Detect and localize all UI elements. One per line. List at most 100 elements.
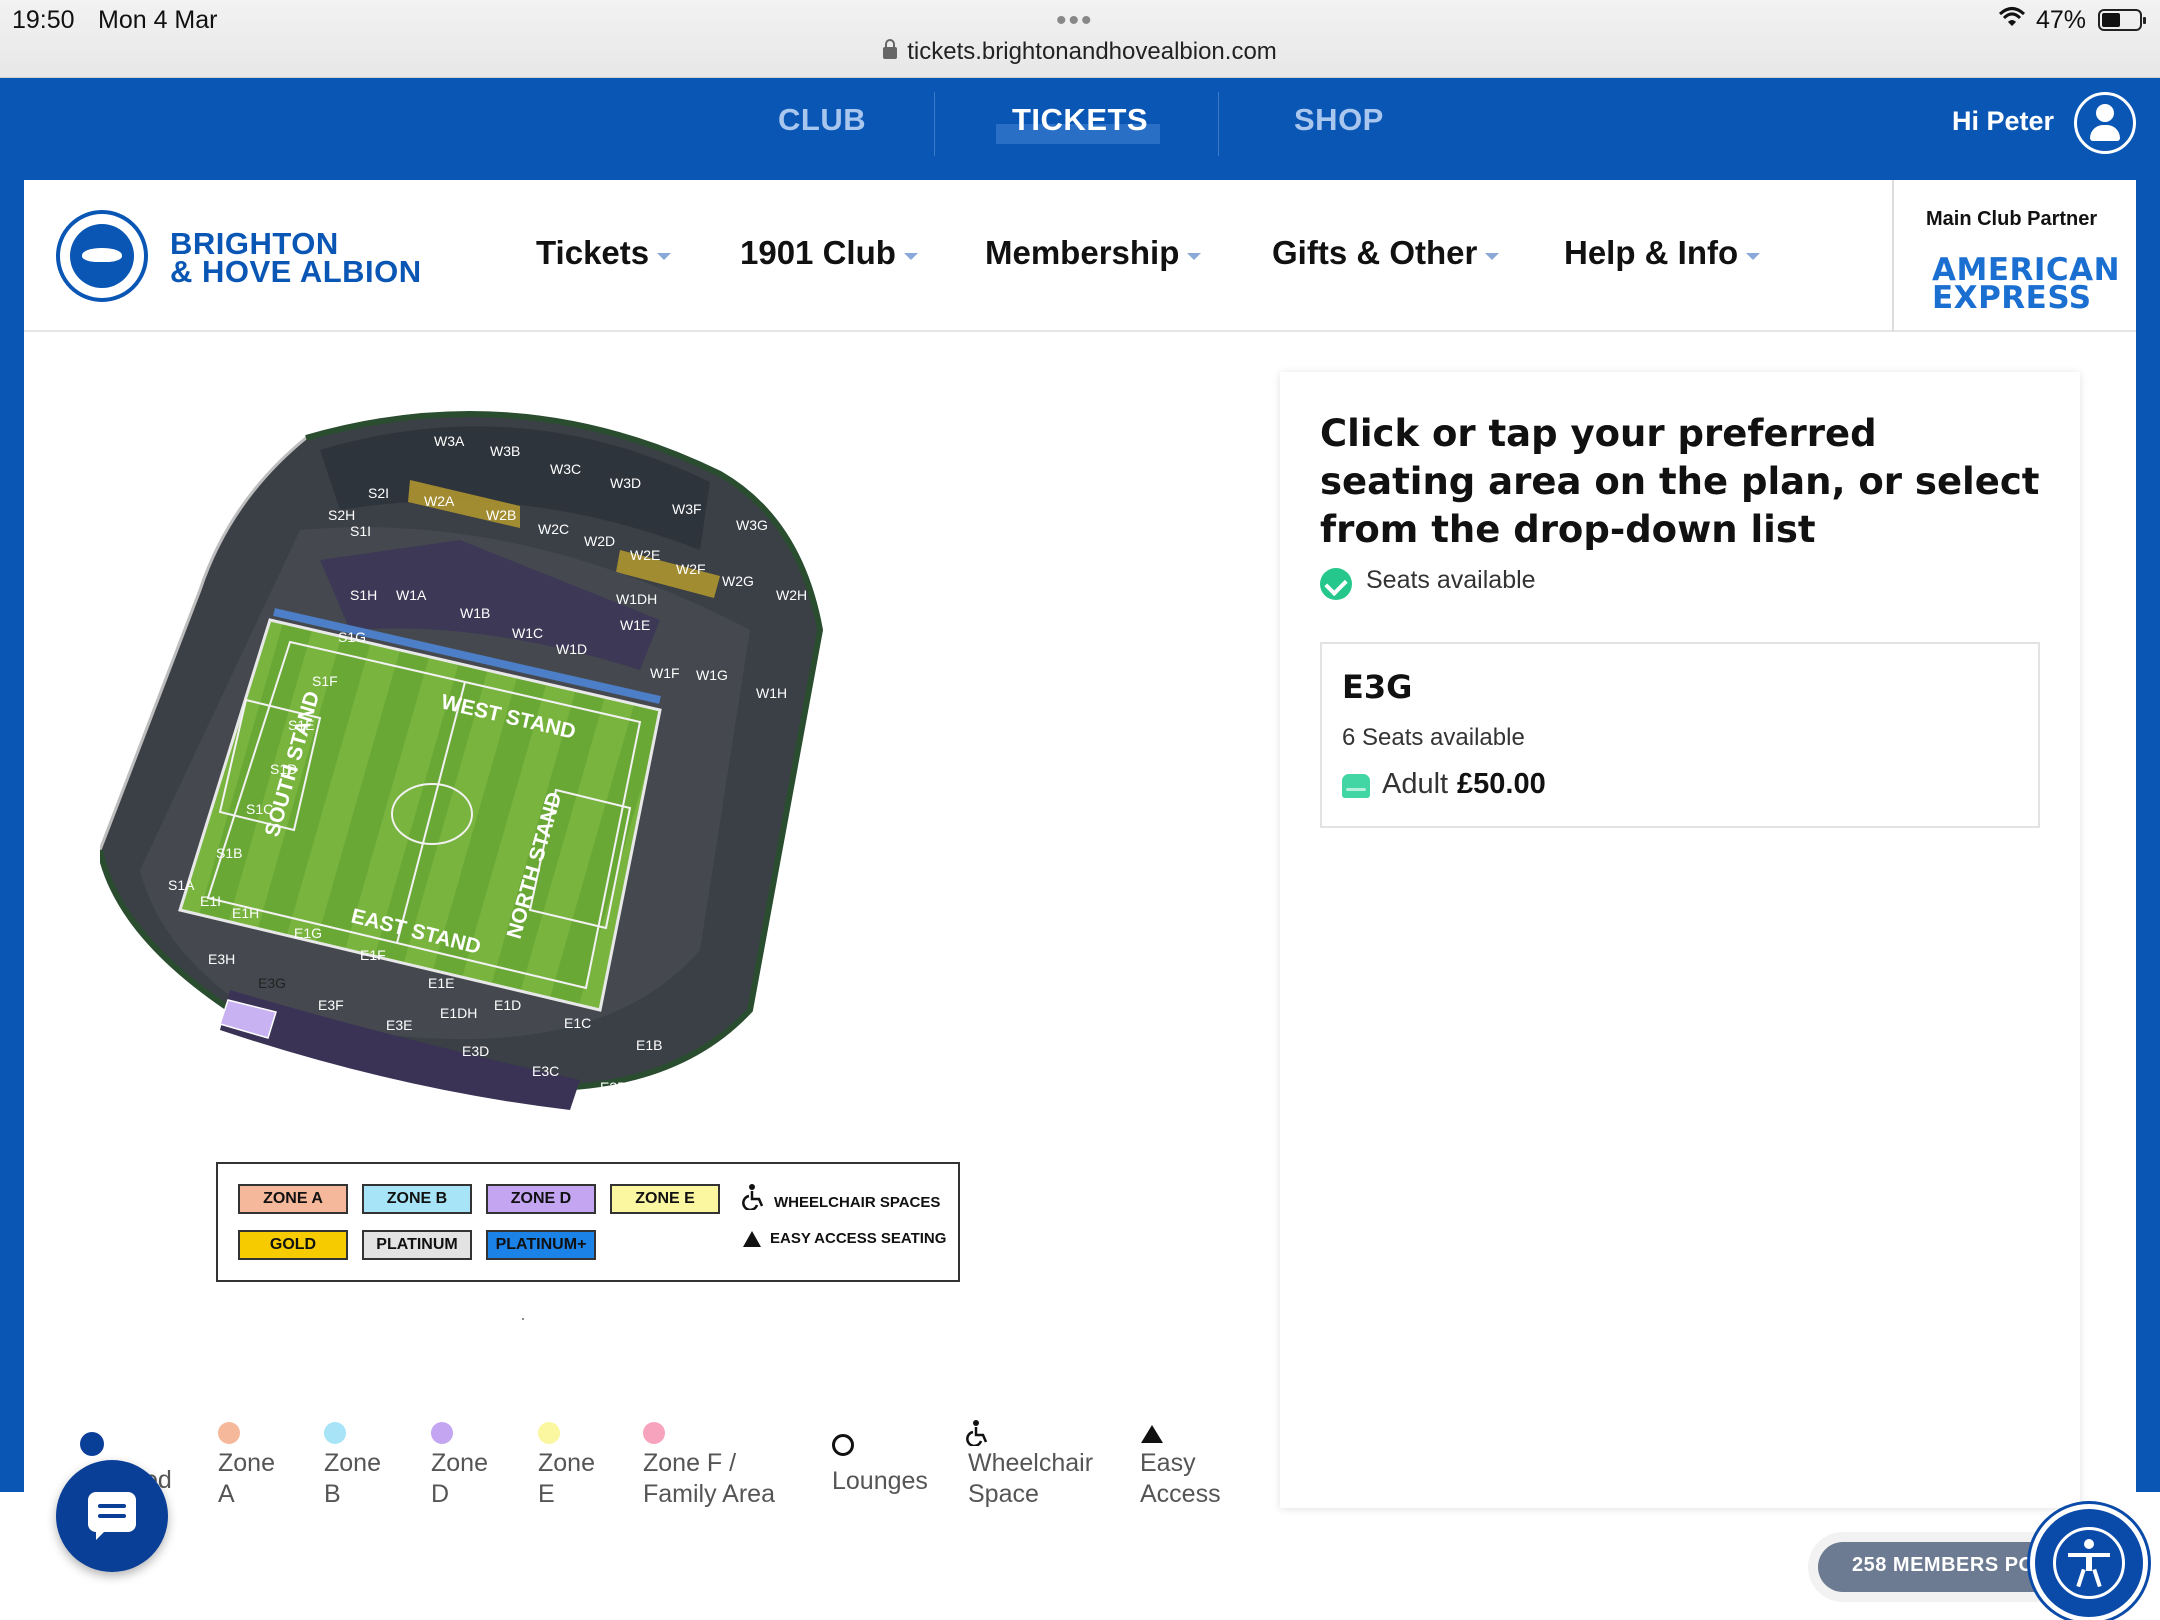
accessibility-icon-body <box>2086 1553 2092 1571</box>
section-label[interactable]: N1E <box>862 855 889 871</box>
section-label[interactable]: N2A <box>912 627 940 643</box>
section-label[interactable]: N2B <box>950 661 977 677</box>
section-label[interactable]: S1E <box>288 717 314 733</box>
section-label[interactable]: E1G <box>294 925 322 941</box>
section-label[interactable]: W1D <box>556 641 587 657</box>
section-label[interactable]: W3A <box>434 433 465 449</box>
section-name: E3G <box>1342 668 1413 706</box>
nav-1901-club[interactable]: 1901 Club <box>740 234 918 272</box>
nav-1901-club-label: 1901 Club <box>740 234 896 271</box>
section-label[interactable]: W3C <box>550 461 581 477</box>
section-label[interactable]: S1G <box>338 629 366 645</box>
section-label[interactable]: E3H <box>208 951 235 967</box>
section-label[interactable]: W2D <box>584 533 615 549</box>
nav-gifts-other[interactable]: Gifts & Other <box>1272 234 1500 272</box>
stadium-map[interactable]: WEST STAND SOUTH STAND NORTH STAND EAST … <box>97 390 1010 1150</box>
section-label[interactable]: E1E <box>428 975 454 991</box>
section-label[interactable]: W3H <box>800 531 831 547</box>
section-label[interactable]: S1C <box>246 801 273 817</box>
section-label[interactable]: S1I <box>350 523 371 539</box>
section-label[interactable]: W1DH <box>616 591 657 607</box>
legend-line: B <box>324 1480 341 1508</box>
section-label[interactable]: W2F <box>676 561 706 577</box>
section-label[interactable]: W1I <box>822 705 847 721</box>
section-label[interactable]: W3I <box>860 547 885 563</box>
section-label[interactable]: W3B <box>490 443 520 459</box>
section-label[interactable]: W1H <box>756 685 787 701</box>
nav-membership[interactable]: Membership <box>985 234 1202 272</box>
section-label[interactable]: E1D <box>494 997 521 1013</box>
section-label[interactable]: S1D <box>270 761 297 777</box>
club-crest-logo[interactable] <box>56 210 148 302</box>
section-label[interactable]: E3B <box>600 1079 626 1095</box>
section-label[interactable]: E3F <box>318 997 344 1013</box>
section-label[interactable]: E1H <box>232 905 259 921</box>
zone-a-dot-icon <box>218 1422 240 1444</box>
address-bar[interactable]: tickets.brightonandhovealbion.com <box>0 38 2160 66</box>
section-label[interactable]: E1A <box>700 1051 727 1067</box>
section-label[interactable]: S1B <box>216 845 242 861</box>
chat-button[interactable] <box>56 1460 168 1572</box>
section-label[interactable]: S1A <box>168 877 195 893</box>
section-label[interactable]: E2A <box>674 1077 701 1093</box>
section-label[interactable]: E3E <box>386 1017 412 1033</box>
section-label[interactable]: W1E <box>620 617 650 633</box>
section-label[interactable]: N1H <box>812 1025 840 1041</box>
section-label[interactable]: E3D <box>462 1043 489 1059</box>
section-label[interactable]: W1B <box>460 605 490 621</box>
chat-line <box>98 1504 126 1508</box>
section-label[interactable]: E1C <box>564 1015 591 1031</box>
section-label[interactable]: N1D <box>876 807 904 823</box>
section-label[interactable]: S1H <box>350 587 377 603</box>
section-label[interactable]: N1G <box>830 977 859 993</box>
section-label[interactable]: W3D <box>610 475 641 491</box>
zone-b-dot-icon <box>324 1422 346 1444</box>
section-label[interactable]: W1A <box>396 587 427 603</box>
nav-help-info[interactable]: Help & Info <box>1564 234 1761 272</box>
ticket-type: Adult <box>1382 768 1449 800</box>
section-card[interactable]: E3G 6 Seats available Adult £50.00 <box>1320 642 2040 828</box>
section-label[interactable]: N1C <box>890 767 918 783</box>
section-label[interactable]: E3C <box>532 1063 559 1079</box>
section-label[interactable]: E1DH <box>440 1005 477 1021</box>
section-label[interactable]: S1F <box>312 673 338 689</box>
legend-line: Zone <box>324 1449 381 1477</box>
legend-line: Space <box>968 1480 1039 1508</box>
section-label[interactable]: W2E <box>630 547 660 563</box>
section-label[interactable]: W2G <box>722 573 754 589</box>
accessibility-button[interactable] <box>2030 1504 2148 1620</box>
stadium-svg[interactable]: WEST STAND SOUTH STAND NORTH STAND EAST … <box>97 390 1010 1150</box>
section-label[interactable]: N1F <box>848 909 874 925</box>
section-label[interactable]: W1C <box>512 625 543 641</box>
section-label[interactable]: N1I <box>750 1077 772 1093</box>
user-avatar-icon[interactable] <box>2074 92 2136 154</box>
section-label[interactable]: W1G <box>696 667 728 683</box>
brand-name-line2[interactable]: & HOVE ALBION <box>170 254 422 290</box>
user-greeting[interactable]: Hi Peter <box>1952 106 2054 137</box>
section-label[interactable]: N1A <box>886 707 914 723</box>
legend-line: Lounges <box>832 1467 928 1495</box>
battery-icon <box>2098 9 2146 31</box>
section-label[interactable]: W2A <box>424 493 455 509</box>
nav-tickets[interactable]: Tickets <box>536 234 672 272</box>
section-label[interactable]: W2H <box>776 587 807 603</box>
section-label[interactable]: S2H <box>328 507 355 523</box>
section-label[interactable]: W2B <box>486 507 516 523</box>
section-label[interactable]: E1B <box>636 1037 662 1053</box>
section-label-selected[interactable]: E3G <box>258 975 286 991</box>
top-nav-tickets[interactable]: TICKETS <box>1012 102 1148 138</box>
section-label[interactable]: W2C <box>538 521 569 537</box>
section-label[interactable]: N1B <box>936 727 963 743</box>
top-nav-club[interactable]: CLUB <box>778 102 866 138</box>
section-label[interactable]: W3G <box>736 517 768 533</box>
section-label[interactable]: W1F <box>650 665 680 681</box>
battery-percent: 47% <box>2036 6 2087 34</box>
section-label[interactable]: S2I <box>368 485 389 501</box>
section-label[interactable]: W3F <box>672 501 702 517</box>
section-label[interactable]: E1I <box>200 893 221 909</box>
section-label[interactable]: E1F <box>360 947 386 963</box>
top-nav-shop[interactable]: SHOP <box>1294 102 1384 138</box>
more-dots-icon[interactable]: ••• <box>1056 4 1094 38</box>
amex-logo[interactable]: AMERICAN EXPRESS <box>1932 255 2120 314</box>
section-label[interactable]: W2I <box>836 603 861 619</box>
